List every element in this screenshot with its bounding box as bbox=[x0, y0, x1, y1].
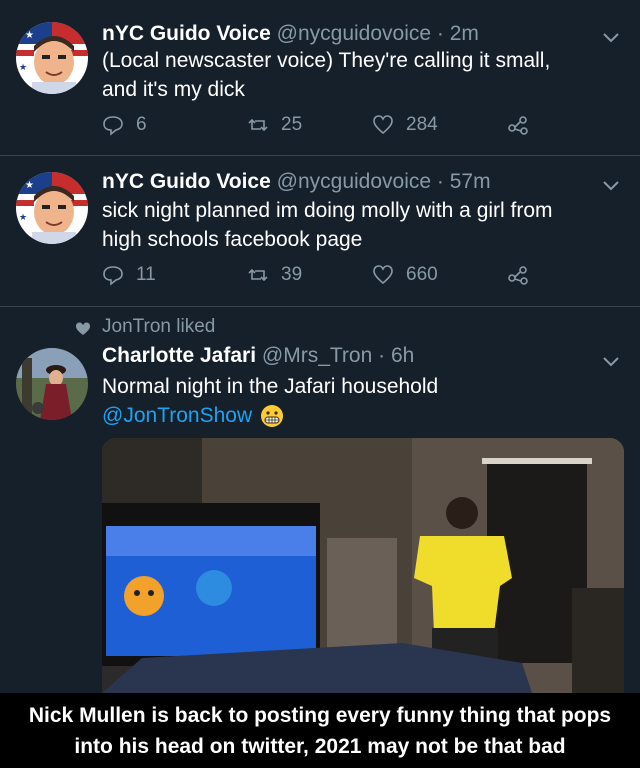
like-icon bbox=[373, 115, 393, 135]
timestamp[interactable]: · 57m bbox=[437, 170, 491, 193]
action-bar: 6 25 284 bbox=[102, 114, 542, 144]
liked-by-row: JonTron liked bbox=[0, 316, 640, 342]
like-count: 284 bbox=[406, 114, 438, 135]
share-icon bbox=[508, 116, 528, 135]
avatar-mrs-tron[interactable] bbox=[16, 348, 88, 420]
retweet-icon bbox=[248, 118, 268, 132]
display-name[interactable]: Charlotte Jafari bbox=[102, 344, 256, 367]
share-button[interactable] bbox=[507, 114, 529, 136]
tweet-media-video[interactable] bbox=[102, 438, 624, 693]
avatar-nycguidovoice[interactable]: ★ ★ bbox=[16, 172, 88, 244]
tweet-text-line: high schools facebook page bbox=[102, 228, 363, 251]
like-button[interactable]: 660 bbox=[372, 264, 438, 286]
tweet-text: (Local newscaster voice) They're calling… bbox=[102, 46, 612, 104]
timestamp[interactable]: · 6h bbox=[378, 344, 414, 367]
heart-filled-icon bbox=[76, 322, 90, 335]
display-name[interactable]: nYC Guido Voice bbox=[102, 22, 271, 45]
svg-text:★: ★ bbox=[25, 180, 34, 191]
retweet-count: 39 bbox=[281, 264, 303, 285]
tweet-1[interactable]: ★ ★ nYC Guido Voice @nycguidovoice · 2m … bbox=[0, 0, 640, 155]
reply-button[interactable]: 6 bbox=[102, 114, 147, 136]
chevron-down-icon[interactable] bbox=[600, 350, 622, 372]
caption-line: into his head on twitter, 2021 may not b… bbox=[74, 735, 566, 758]
chevron-down-icon[interactable] bbox=[600, 26, 622, 48]
reply-count: 6 bbox=[136, 114, 147, 135]
liked-by-label[interactable]: JonTron liked bbox=[102, 316, 215, 338]
svg-text:★: ★ bbox=[19, 213, 27, 223]
reply-icon bbox=[103, 116, 123, 136]
retweet-button[interactable]: 25 bbox=[247, 114, 302, 136]
like-count: 660 bbox=[406, 264, 438, 285]
like-icon bbox=[373, 265, 393, 285]
handle[interactable]: @Mrs_Tron bbox=[262, 344, 372, 367]
mention-link[interactable]: @JonTronShow bbox=[102, 401, 252, 430]
tweet-header: nYC Guido Voice @nycguidovoice · 57m bbox=[102, 170, 491, 194]
handle[interactable]: @nycguidovoice bbox=[277, 22, 431, 45]
like-button[interactable]: 284 bbox=[372, 114, 438, 136]
retweet-icon bbox=[248, 268, 268, 282]
action-bar: 11 39 660 bbox=[102, 264, 542, 294]
retweet-button[interactable]: 39 bbox=[247, 264, 302, 286]
share-button[interactable] bbox=[507, 264, 529, 286]
tweet-text-line: @JonTronShow bbox=[102, 401, 612, 430]
display-name[interactable]: nYC Guido Voice bbox=[102, 170, 271, 193]
retweet-count: 25 bbox=[281, 114, 303, 135]
chevron-down-icon[interactable] bbox=[600, 174, 622, 196]
tweet-2[interactable]: ★ ★ nYC Guido Voice @nycguidovoice · 57m… bbox=[0, 156, 640, 306]
svg-text:★: ★ bbox=[19, 63, 27, 73]
divider bbox=[0, 306, 640, 307]
tweet-header: nYC Guido Voice @nycguidovoice · 2m bbox=[102, 22, 479, 46]
meme-caption: Nick Mullen is back to posting every fun… bbox=[0, 693, 640, 768]
handle[interactable]: @nycguidovoice bbox=[277, 170, 431, 193]
timestamp[interactable]: · 2m bbox=[437, 22, 479, 45]
grimace-emoji-icon bbox=[261, 404, 284, 427]
tweet-text-line: Normal night in the Jafari household bbox=[102, 375, 439, 398]
share-icon bbox=[508, 266, 528, 285]
svg-text:★: ★ bbox=[25, 30, 34, 41]
reply-count: 11 bbox=[136, 264, 156, 285]
caption-line: Nick Mullen is back to posting every fun… bbox=[28, 704, 612, 727]
reply-icon bbox=[103, 266, 123, 286]
tweet-header: Charlotte Jafari @Mrs_Tron · 6h bbox=[102, 344, 414, 368]
reply-button[interactable]: 11 bbox=[102, 264, 156, 286]
tweet-text-line: (Local newscaster voice) They're calling… bbox=[102, 49, 551, 72]
tweet-text: Normal night in the Jafari household @Jo… bbox=[102, 372, 612, 430]
tweet-text-line: and it's my dick bbox=[102, 78, 245, 101]
tweet-text: sick night planned im doing molly with a… bbox=[102, 196, 612, 254]
avatar-nycguidovoice[interactable]: ★ ★ bbox=[16, 22, 88, 94]
tweet-text-line: sick night planned im doing molly with a… bbox=[102, 199, 553, 222]
